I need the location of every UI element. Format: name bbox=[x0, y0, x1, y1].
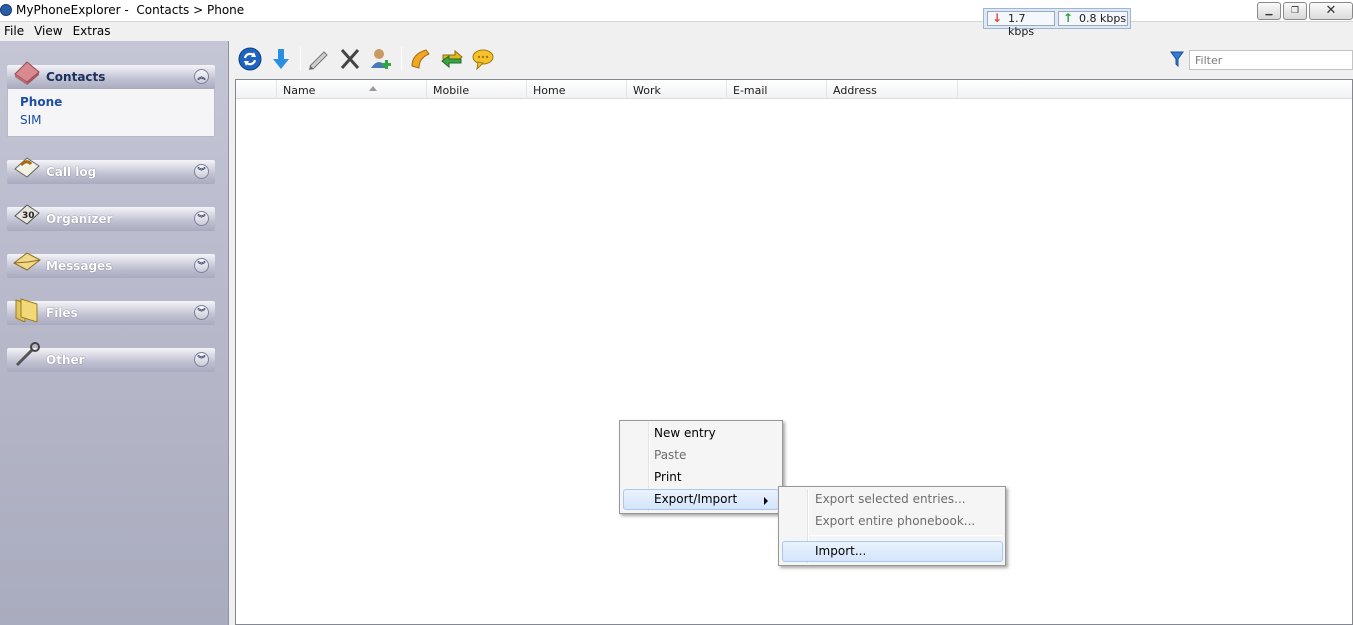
menu-item-export-phonebook[interactable]: Export entire phonebook... bbox=[782, 511, 1003, 532]
collapse-chevron-icon[interactable]: ︽ bbox=[194, 69, 209, 84]
minimize-icon[interactable]: ▁ bbox=[1257, 2, 1281, 20]
panel-call-log[interactable]: Call log ︾ bbox=[7, 157, 215, 184]
panel-files[interactable]: Files ︾ bbox=[7, 298, 215, 325]
expand-chevron-icon[interactable]: ︾ bbox=[194, 352, 209, 367]
menu-item-print[interactable]: Print bbox=[623, 467, 779, 488]
expand-chevron-icon[interactable]: ︾ bbox=[194, 305, 209, 320]
app-logo-icon bbox=[0, 4, 12, 16]
panel-organizer[interactable]: 30 Organizer ︾ bbox=[7, 204, 215, 231]
arrow-up-icon: ↑ bbox=[1063, 11, 1074, 25]
download-speed: ↓ 1.7 kbps bbox=[987, 11, 1055, 38]
restore-icon[interactable]: ❐ bbox=[1283, 2, 1307, 20]
panel-label: Other bbox=[46, 353, 85, 367]
context-menu: New entry Paste Print Export/Import bbox=[619, 420, 783, 514]
export-import-submenu: Export selected entries... Export entire… bbox=[778, 486, 1006, 566]
menu-item-label: Export/Import bbox=[654, 492, 738, 506]
expand-chevron-icon[interactable]: ︾ bbox=[194, 211, 209, 226]
sms-bubble-icon[interactable] bbox=[470, 46, 496, 72]
menu-view[interactable]: View bbox=[30, 22, 68, 41]
column-header-name[interactable]: Name bbox=[277, 80, 427, 99]
column-header-email[interactable]: E-mail bbox=[727, 80, 827, 99]
upload-speed: ↑ 0.8 kbps bbox=[1058, 11, 1128, 26]
sidebar-item-phone[interactable]: Phone bbox=[20, 95, 62, 109]
filter-funnel-icon[interactable] bbox=[1170, 51, 1184, 67]
panel-label: Call log bbox=[46, 165, 97, 179]
list-header: Name Mobile Home Work E-mail Address bbox=[236, 80, 1352, 99]
panel-label: Contacts bbox=[46, 70, 106, 84]
title-bar: MyPhoneExplorer - Contacts > Phone ▁ ❐ ✕ bbox=[0, 0, 1353, 22]
window-controls: ▁ ❐ ✕ bbox=[1255, 0, 1353, 20]
folder-icon bbox=[15, 298, 38, 322]
panel-other[interactable]: Other ︾ bbox=[7, 342, 215, 372]
menu-item-new-entry[interactable]: New entry bbox=[623, 423, 779, 444]
column-header-label: Name bbox=[283, 84, 316, 97]
menu-file[interactable]: File bbox=[0, 22, 30, 41]
panel-messages[interactable]: Messages ︾ bbox=[7, 252, 215, 278]
column-header-work[interactable]: Work bbox=[627, 80, 727, 99]
submenu-arrow-icon bbox=[764, 497, 768, 505]
panel-contacts[interactable]: Contacts ︽ bbox=[7, 61, 215, 89]
menu-item-import[interactable]: Import... bbox=[782, 541, 1003, 562]
sidebar-item-sim[interactable]: SIM bbox=[20, 113, 42, 127]
upload-speed-value: 0.8 kbps bbox=[1079, 12, 1127, 25]
contacts-panel-body: Phone SIM bbox=[7, 89, 215, 137]
close-icon[interactable]: ✕ bbox=[1309, 2, 1353, 20]
toolbar-separator bbox=[300, 47, 301, 71]
menu-extras[interactable]: Extras bbox=[69, 22, 117, 41]
column-header-mobile[interactable]: Mobile bbox=[427, 80, 527, 99]
add-contact-icon[interactable] bbox=[368, 46, 394, 72]
panel-label: Files bbox=[46, 306, 78, 320]
phone-book-icon bbox=[14, 157, 40, 178]
envelope-icon bbox=[13, 252, 41, 271]
sort-ascending-icon bbox=[369, 86, 377, 91]
column-header-icon[interactable] bbox=[236, 80, 277, 99]
contacts-book-icon bbox=[14, 61, 40, 85]
svg-text:30: 30 bbox=[22, 211, 35, 221]
window-title: MyPhoneExplorer - Contacts > Phone bbox=[16, 3, 245, 17]
wrench-icon bbox=[15, 342, 40, 367]
menu-bar: File View Extras bbox=[0, 22, 1353, 41]
arrow-down-icon: ↓ bbox=[992, 11, 1003, 25]
panel-label: Organizer bbox=[46, 212, 113, 226]
toolbar-separator bbox=[401, 47, 402, 71]
filter-input[interactable] bbox=[1189, 50, 1353, 70]
expand-chevron-icon[interactable]: ︾ bbox=[194, 258, 209, 273]
menu-item-paste[interactable]: Paste bbox=[623, 445, 779, 466]
column-header-home[interactable]: Home bbox=[527, 80, 627, 99]
menu-item-export-import[interactable]: Export/Import bbox=[623, 489, 779, 510]
toolbar bbox=[233, 41, 1353, 79]
delete-x-icon[interactable] bbox=[337, 46, 363, 72]
navigation-sidebar: Contacts ︽ Phone SIM Call log ︾ 30 Organ… bbox=[0, 41, 229, 625]
organizer-calendar-icon: 30 bbox=[14, 204, 40, 225]
call-phone-icon[interactable] bbox=[407, 46, 433, 72]
menu-item-export-selected[interactable]: Export selected entries... bbox=[782, 489, 1003, 510]
menu-separator bbox=[810, 535, 1002, 536]
column-header-address[interactable]: Address bbox=[827, 80, 958, 99]
edit-pen-icon[interactable] bbox=[306, 46, 332, 72]
transfer-speed-indicator: ↓ 1.7 kbps ↑ 0.8 kbps bbox=[983, 8, 1131, 38]
panel-label: Messages bbox=[46, 259, 113, 273]
refresh-icon[interactable] bbox=[237, 46, 263, 72]
download-arrow-icon[interactable] bbox=[268, 46, 294, 72]
expand-chevron-icon[interactable]: ︾ bbox=[194, 164, 209, 179]
sync-transfer-icon[interactable] bbox=[439, 46, 465, 72]
download-speed-value: 1.7 kbps bbox=[1008, 12, 1035, 38]
